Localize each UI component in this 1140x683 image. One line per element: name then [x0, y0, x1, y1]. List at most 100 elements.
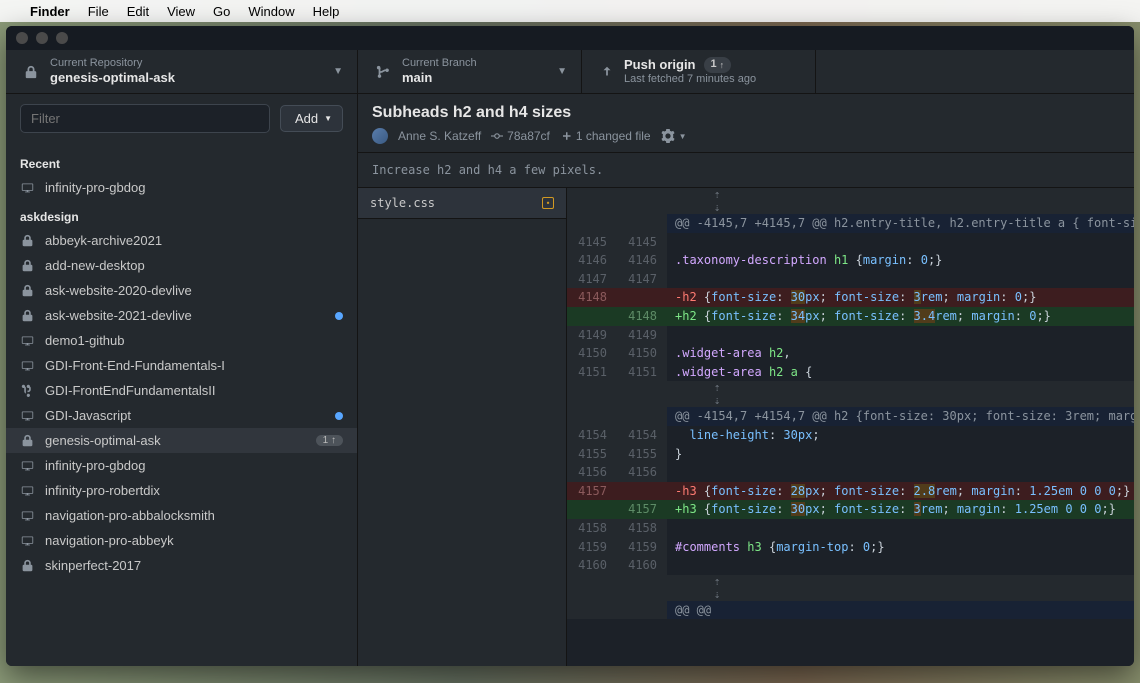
menubar-item[interactable]: View [167, 4, 195, 19]
ahead-badge: 1 ↑ [316, 435, 343, 446]
push-icon [600, 65, 614, 79]
repo-item[interactable]: infinity-pro-gbdog [6, 175, 357, 200]
expand-hunk[interactable]: ⇡⇣ [567, 381, 1134, 407]
monitor-icon [20, 484, 35, 497]
diff-line[interactable]: @@ @@ [567, 601, 1134, 620]
lock-icon [20, 234, 35, 247]
add-button[interactable]: Add▼ [280, 105, 343, 132]
repo-item[interactable]: GDI-Front-End-Fundamentals-I [6, 353, 357, 378]
repo-item[interactable]: ask-website-2021-devlive [6, 303, 357, 328]
diff-line[interactable]: 41584158 [567, 519, 1134, 538]
repo-label: ask-website-2021-devlive [45, 308, 325, 323]
repo-label: ask-website-2020-devlive [45, 283, 343, 298]
monitor-icon [20, 459, 35, 472]
repo-item[interactable]: navigation-pro-abbalocksmith [6, 503, 357, 528]
avatar [372, 128, 388, 144]
commit-author[interactable]: Anne S. Katzeff [398, 129, 481, 143]
file-tab[interactable]: style.css • [358, 188, 566, 219]
repo-label: navigation-pro-abbalocksmith [45, 508, 343, 523]
menubar-item[interactable]: File [88, 4, 109, 19]
section-header: Recent [6, 147, 357, 175]
monitor-icon [20, 534, 35, 547]
repo-label: infinity-pro-gbdog [45, 458, 343, 473]
diff-line[interactable]: 41464146.taxonomy-description h1 {margin… [567, 251, 1134, 270]
diff-line[interactable]: 41494149 [567, 326, 1134, 345]
menubar-item[interactable]: Window [248, 4, 294, 19]
sidebar: Add▼ Recentinfinity-pro-gbdogaskdesignab… [6, 94, 358, 666]
files-changed[interactable]: 1 changed file [560, 129, 651, 143]
repo-selector[interactable]: Current Repository genesis-optimal-ask ▼ [6, 50, 358, 93]
lock-icon [24, 65, 38, 79]
commit-title: Subheads h2 and h4 sizes [372, 104, 1120, 122]
diff-line[interactable]: 4148-h2 {font-size: 30px; font-size: 3re… [567, 288, 1134, 307]
push-origin-button[interactable]: Push origin 1↑ Last fetched 7 minutes ag… [582, 50, 816, 93]
repo-label: skinperfect-2017 [45, 558, 343, 573]
monitor-icon [20, 334, 35, 347]
repo-list: Recentinfinity-pro-gbdogaskdesignabbeyk-… [6, 143, 357, 666]
diff-line[interactable]: 41594159#comments h3 {margin-top: 0;} [567, 538, 1134, 557]
lock-icon [20, 309, 35, 322]
mac-menubar: Finder File Edit View Go Window Help [0, 0, 1140, 22]
branch-selector[interactable]: Current Branch main ▼ [358, 50, 582, 93]
repo-item[interactable]: GDI-Javascript [6, 403, 357, 428]
diff-line[interactable]: 4148+h2 {font-size: 34px; font-size: 3.4… [567, 307, 1134, 326]
repo-item[interactable]: GDI-FrontEndFundamentalsII [6, 378, 357, 403]
diff-line[interactable]: 41474147 [567, 270, 1134, 289]
filter-input[interactable] [20, 104, 270, 133]
window-titlebar [6, 26, 1134, 50]
repo-label: Current Repository [50, 57, 175, 70]
menubar-item[interactable]: Help [313, 4, 340, 19]
app-window: Current Repository genesis-optimal-ask ▼… [6, 26, 1134, 666]
toolbar: Current Repository genesis-optimal-ask ▼… [6, 50, 1134, 94]
diff-line[interactable]: @@ -4145,7 +4145,7 @@ h2.entry-title, h2… [567, 214, 1134, 233]
diff-line[interactable]: 41514151.widget-area h2 a { [567, 363, 1134, 382]
chevron-down-icon: ▼ [557, 66, 567, 77]
files-column: style.css • [358, 188, 567, 666]
menubar-item[interactable]: Edit [127, 4, 149, 19]
maximize-icon[interactable] [56, 32, 68, 44]
repo-label: infinity-pro-gbdog [45, 180, 343, 195]
diff-line[interactable]: @@ -4154,7 +4154,7 @@ h2 {font-size: 30p… [567, 407, 1134, 426]
commit-description: Increase h2 and h4 a few pixels. [358, 153, 1134, 188]
file-name: style.css [370, 196, 435, 210]
expand-hunk[interactable]: ⇡⇣ [567, 575, 1134, 601]
diff-line[interactable]: 41544154 line-height: 30px; [567, 426, 1134, 445]
diff-line[interactable]: 41454145 [567, 233, 1134, 252]
repo-label: navigation-pro-abbeyk [45, 533, 343, 548]
branch-icon [376, 64, 390, 80]
close-icon[interactable] [16, 32, 28, 44]
menubar-app-name[interactable]: Finder [30, 4, 70, 19]
diff-line[interactable]: 4157-h3 {font-size: 28px; font-size: 2.8… [567, 482, 1134, 501]
commit-header: Subheads h2 and h4 sizes Anne S. Katzeff… [358, 94, 1134, 153]
repo-item[interactable]: infinity-pro-gbdog [6, 453, 357, 478]
branch-value: main [402, 70, 477, 86]
diff-line[interactable]: 4157+h3 {font-size: 30px; font-size: 3re… [567, 500, 1134, 519]
fork-icon [20, 384, 35, 397]
uncommitted-dot-icon [335, 312, 343, 320]
repo-item[interactable]: infinity-pro-robertdix [6, 478, 357, 503]
repo-item[interactable]: ask-website-2020-devlive [6, 278, 357, 303]
menubar-item[interactable]: Go [213, 4, 230, 19]
repo-item[interactable]: demo1-github [6, 328, 357, 353]
repo-label: abbeyk-archive2021 [45, 233, 343, 248]
diff-settings[interactable]: ▼ [661, 129, 687, 143]
repo-item[interactable]: genesis-optimal-ask 1 ↑ [6, 428, 357, 453]
diff-line[interactable]: 41604160 [567, 556, 1134, 575]
expand-hunk[interactable]: ⇡⇣ [567, 188, 1134, 214]
diff-view[interactable]: ⇡⇣@@ -4145,7 +4145,7 @@ h2.entry-title, … [567, 188, 1134, 666]
monitor-icon [20, 509, 35, 522]
diff-line[interactable]: 41554155} [567, 445, 1134, 464]
diff-line[interactable]: 41504150.widget-area h2, [567, 344, 1134, 363]
commit-sha[interactable]: 78a87cf [491, 129, 550, 143]
repo-item[interactable]: navigation-pro-abbeyk [6, 528, 357, 553]
repo-item[interactable]: skinperfect-2017 [6, 553, 357, 578]
repo-label: GDI-Front-End-Fundamentals-I [45, 358, 343, 373]
repo-label: genesis-optimal-ask [45, 433, 306, 448]
diff-line[interactable]: 41564156 [567, 463, 1134, 482]
minimize-icon[interactable] [36, 32, 48, 44]
repo-item[interactable]: add-new-desktop [6, 253, 357, 278]
branch-label: Current Branch [402, 57, 477, 70]
repo-item[interactable]: abbeyk-archive2021 [6, 228, 357, 253]
repo-label: demo1-github [45, 333, 343, 348]
lock-icon [20, 559, 35, 572]
